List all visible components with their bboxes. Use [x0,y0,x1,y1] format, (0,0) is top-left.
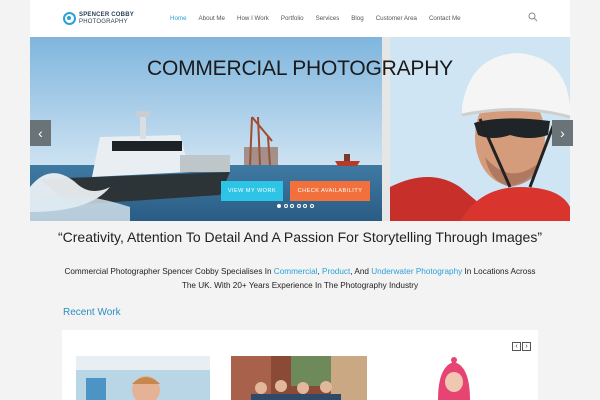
slider-next-button[interactable]: › [552,120,573,146]
recent-next-button[interactable]: › [522,342,531,351]
slider-dots [277,204,316,208]
slider-dot[interactable] [283,204,288,208]
main-nav: Home About Me How I Work Portfolio Services B… [170,13,473,25]
recent-prev-button[interactable]: ‹ [512,342,521,351]
site-header: SPENCER COBBY PHOTOGRAPHY Home About Me Ho… [30,0,570,37]
site-logo[interactable]: SPENCER COBBY PHOTOGRAPHY [63,11,134,27]
recent-work-heading: Recent Work [63,307,121,318]
nav-item-portfolio[interactable]: Portfolio [281,13,304,25]
slider-dot[interactable] [309,204,314,208]
intro-text-part1: Commercial Photographer Spencer Cobby Sp… [64,267,274,276]
link-commercial[interactable]: Commercial [274,267,318,276]
recent-work-thumb-street[interactable] [231,356,367,400]
recent-work-thumb-hooded-child[interactable] [386,356,522,400]
nav-item-services[interactable]: Services [316,13,340,25]
check-availability-button[interactable]: CHECK AVAILABILITY [290,181,370,201]
logo-text-photography: PHOTOGRAPHY [79,19,128,25]
link-underwater-photography[interactable]: Underwater Photography [371,267,462,276]
nav-item-customer-area[interactable]: Customer Area [376,13,417,25]
slider-dot[interactable] [303,204,307,208]
slider-dot[interactable] [277,204,281,208]
tagline-quote: “Creativity, Attention To Detail And A P… [57,229,543,245]
slider-dot[interactable] [290,204,294,208]
recent-work-nav: ‹ › [511,342,531,351]
nav-item-home[interactable]: Home [170,13,187,25]
slider-prev-button[interactable]: ‹ [30,120,51,146]
hero-slider: COMMERCIAL PHOTOGRAPHY VIEW MY WORK CHEC… [30,37,573,221]
slider-dot[interactable] [296,204,301,208]
camera-lens-icon [63,12,76,25]
link-product[interactable]: Product [322,267,350,276]
hero-title: COMMERCIAL PHOTOGRAPHY [147,57,453,80]
logo-text-name: SPENCER COBBY [79,12,134,18]
nav-item-blog[interactable]: Blog [351,13,363,25]
view-my-work-button[interactable]: VIEW MY WORK [221,181,283,201]
nav-item-contact-me[interactable]: Contact Me [429,13,461,25]
intro-separator: , And [350,267,372,276]
nav-item-about-me[interactable]: About Me [199,13,225,25]
nav-item-how-i-work[interactable]: How I Work [237,13,269,25]
intro-text: Commercial Photographer Spencer Cobby Sp… [60,265,540,293]
search-icon[interactable] [528,12,538,22]
page: SPENCER COBBY PHOTOGRAPHY Home About Me Ho… [30,0,573,400]
recent-work-thumb-child[interactable] [76,356,210,400]
